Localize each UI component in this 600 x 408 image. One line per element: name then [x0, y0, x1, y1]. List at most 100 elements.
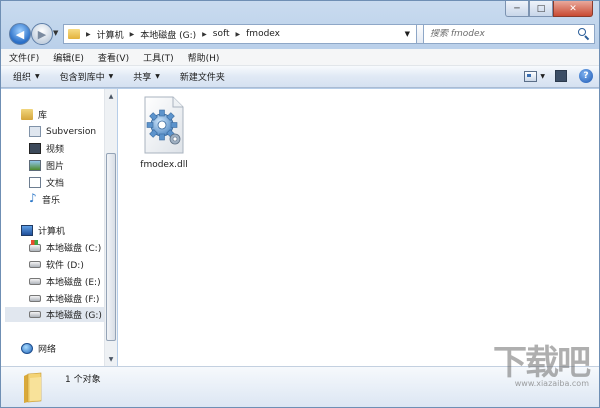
- breadcrumb: ▶ 本地磁盘 (G:): [130, 28, 197, 41]
- folder-icon: [68, 29, 80, 39]
- caption-buttons: ─ □ ✕: [505, 1, 593, 18]
- drive-icon: [29, 278, 41, 285]
- sidebar-item-label: 本地磁盘 (G:): [46, 311, 102, 321]
- item-count: 1 个对象: [65, 375, 101, 385]
- pictures-icon: [29, 160, 41, 171]
- watermark: 下载吧 www.xiazaiba.com: [493, 343, 591, 388]
- sidebar-item-drive-g[interactable]: 本地磁盘 (G:): [5, 307, 104, 322]
- share-label: 共享: [133, 73, 152, 83]
- maximize-button[interactable]: □: [529, 1, 553, 17]
- menu-tools[interactable]: 工具(T): [143, 51, 174, 64]
- change-view-icon[interactable]: [524, 70, 538, 82]
- navigation-pane: 库 Subversion 视频 图片 文档 音乐 计算机 本地磁盘 (C:): [1, 89, 117, 366]
- sidebar-item-libraries[interactable]: 库: [21, 107, 47, 122]
- sidebar-item-music[interactable]: 音乐: [29, 191, 61, 207]
- menu-edit[interactable]: 编辑(E): [53, 51, 84, 64]
- chevron-right-icon[interactable]: ▶: [86, 31, 91, 38]
- file-list[interactable]: fmodex.dll: [118, 89, 599, 366]
- sidebar-item-documents[interactable]: 文档: [29, 175, 64, 190]
- include-in-library-label: 包含到库中: [59, 73, 105, 83]
- sidebar-item-drive-e[interactable]: 本地磁盘 (E:): [29, 274, 101, 289]
- chevron-right-icon[interactable]: ▶: [202, 31, 207, 38]
- scroll-up-icon[interactable]: ▲: [105, 90, 117, 102]
- menu-bar: 文件(F) 编辑(E) 查看(V) 工具(T) 帮助(H): [1, 49, 599, 66]
- sidebar-item-label: 音乐: [42, 196, 61, 206]
- breadcrumb-soft[interactable]: soft: [213, 29, 230, 39]
- network-icon: [21, 343, 33, 354]
- sidebar-item-label: 文档: [46, 179, 65, 189]
- sidebar-item-label: 网络: [38, 345, 57, 355]
- watermark-logo: 下载吧: [493, 343, 591, 383]
- command-bar: 组织 ▼ 包含到库中 ▼ 共享 ▼ 新建文件夹 ▼ ?: [1, 66, 599, 88]
- file-name: fmodex.dll: [140, 160, 188, 170]
- address-bar[interactable]: ▶ 计算机 ▶ 本地磁盘 (G:) ▶ soft ▶ fmodex ▼: [63, 24, 417, 44]
- chevron-down-icon[interactable]: ▼: [540, 73, 545, 80]
- sidebar-item-label: 计算机: [38, 227, 66, 237]
- include-in-library-button[interactable]: 包含到库中 ▼: [60, 70, 114, 83]
- scroll-thumb[interactable]: [106, 153, 116, 341]
- documents-icon: [29, 177, 41, 188]
- sidebar-item-drive-d[interactable]: 软件 (D:): [29, 257, 84, 272]
- search-box[interactable]: [423, 24, 595, 44]
- sidebar-item-computer[interactable]: 计算机: [21, 223, 65, 238]
- sidebar-item-label: 图片: [46, 162, 65, 172]
- navigation-bar: ◀ ▶ ▼ ▶ 计算机 ▶ 本地磁盘 (G:) ▶ soft ▶ fmodex …: [7, 22, 595, 46]
- forward-button[interactable]: ▶: [31, 23, 53, 45]
- video-icon: [29, 143, 41, 154]
- breadcrumb: ▶ fmodex: [236, 29, 281, 39]
- recent-pages-dropdown-icon[interactable]: ▼: [53, 29, 58, 37]
- folder-icon: [24, 372, 42, 403]
- system-drive-icon: [29, 239, 41, 252]
- scroll-down-icon[interactable]: ▼: [105, 353, 117, 365]
- chevron-right-icon[interactable]: ▶: [236, 31, 241, 38]
- sidebar-item-label: 本地磁盘 (E:): [46, 278, 101, 288]
- breadcrumb-computer[interactable]: 计算机: [97, 28, 124, 41]
- organize-label: 组织: [13, 73, 32, 83]
- search-input[interactable]: [430, 29, 570, 39]
- chevron-down-icon: ▼: [108, 73, 114, 80]
- sidebar-item-label: Subversion: [46, 126, 97, 137]
- gear-dll-icon: [144, 96, 184, 154]
- chevron-down-icon: ▼: [35, 73, 40, 80]
- chevron-down-icon: ▼: [155, 73, 160, 80]
- music-icon: [29, 191, 37, 205]
- menu-help[interactable]: 帮助(H): [188, 51, 220, 64]
- drive-icon: [29, 261, 41, 268]
- sidebar-item-subversion[interactable]: Subversion: [29, 124, 96, 139]
- sidebar-item-label: 软件 (D:): [46, 261, 84, 271]
- share-button[interactable]: 共享 ▼: [133, 70, 160, 83]
- breadcrumb-fmodex[interactable]: fmodex: [246, 29, 280, 39]
- subversion-icon: [29, 126, 41, 137]
- navigation-pane-scrollbar[interactable]: ▲ ▼: [104, 89, 117, 366]
- organize-button[interactable]: 组织 ▼: [13, 70, 40, 83]
- new-folder-label: 新建文件夹: [179, 73, 225, 83]
- close-button[interactable]: ✕: [553, 1, 593, 17]
- sidebar-item-videos[interactable]: 视频: [29, 141, 64, 156]
- command-bar-right: ▼ ?: [524, 69, 593, 83]
- sidebar-item-label: 本地磁盘 (F:): [46, 295, 100, 305]
- address-history-dropdown-icon[interactable]: ▼: [405, 30, 410, 38]
- sidebar-item-drive-c[interactable]: 本地磁盘 (C:): [29, 239, 102, 255]
- sidebar-item-pictures[interactable]: 图片: [29, 158, 64, 173]
- sidebar-item-label: 视频: [46, 145, 65, 155]
- breadcrumb: ▶ soft: [202, 29, 229, 39]
- sidebar-item-label: 本地磁盘 (C:): [46, 244, 102, 254]
- back-button[interactable]: ◀: [9, 23, 31, 45]
- sidebar-item-drive-f[interactable]: 本地磁盘 (F:): [29, 291, 99, 306]
- file-item[interactable]: fmodex.dll: [132, 95, 196, 170]
- sidebar-item-network[interactable]: 网络: [21, 341, 56, 356]
- search-icon[interactable]: [578, 28, 590, 41]
- explorer-window: ─ □ ✕ ◀ ▶ ▼ ▶ 计算机 ▶ 本地磁盘 (G:) ▶ soft ▶ f…: [0, 0, 600, 408]
- breadcrumb: ▶ 计算机: [86, 28, 124, 41]
- drive-icon: [29, 295, 41, 302]
- menu-file[interactable]: 文件(F): [9, 51, 39, 64]
- help-icon[interactable]: ?: [579, 69, 593, 83]
- library-icon: [21, 109, 33, 120]
- breadcrumb-drive-g[interactable]: 本地磁盘 (G:): [140, 28, 196, 41]
- chevron-right-icon[interactable]: ▶: [130, 31, 135, 38]
- menu-view[interactable]: 查看(V): [98, 51, 129, 64]
- minimize-button[interactable]: ─: [505, 1, 529, 17]
- new-folder-button[interactable]: 新建文件夹: [180, 70, 225, 83]
- drive-icon: [29, 311, 41, 318]
- preview-pane-icon[interactable]: [555, 70, 567, 82]
